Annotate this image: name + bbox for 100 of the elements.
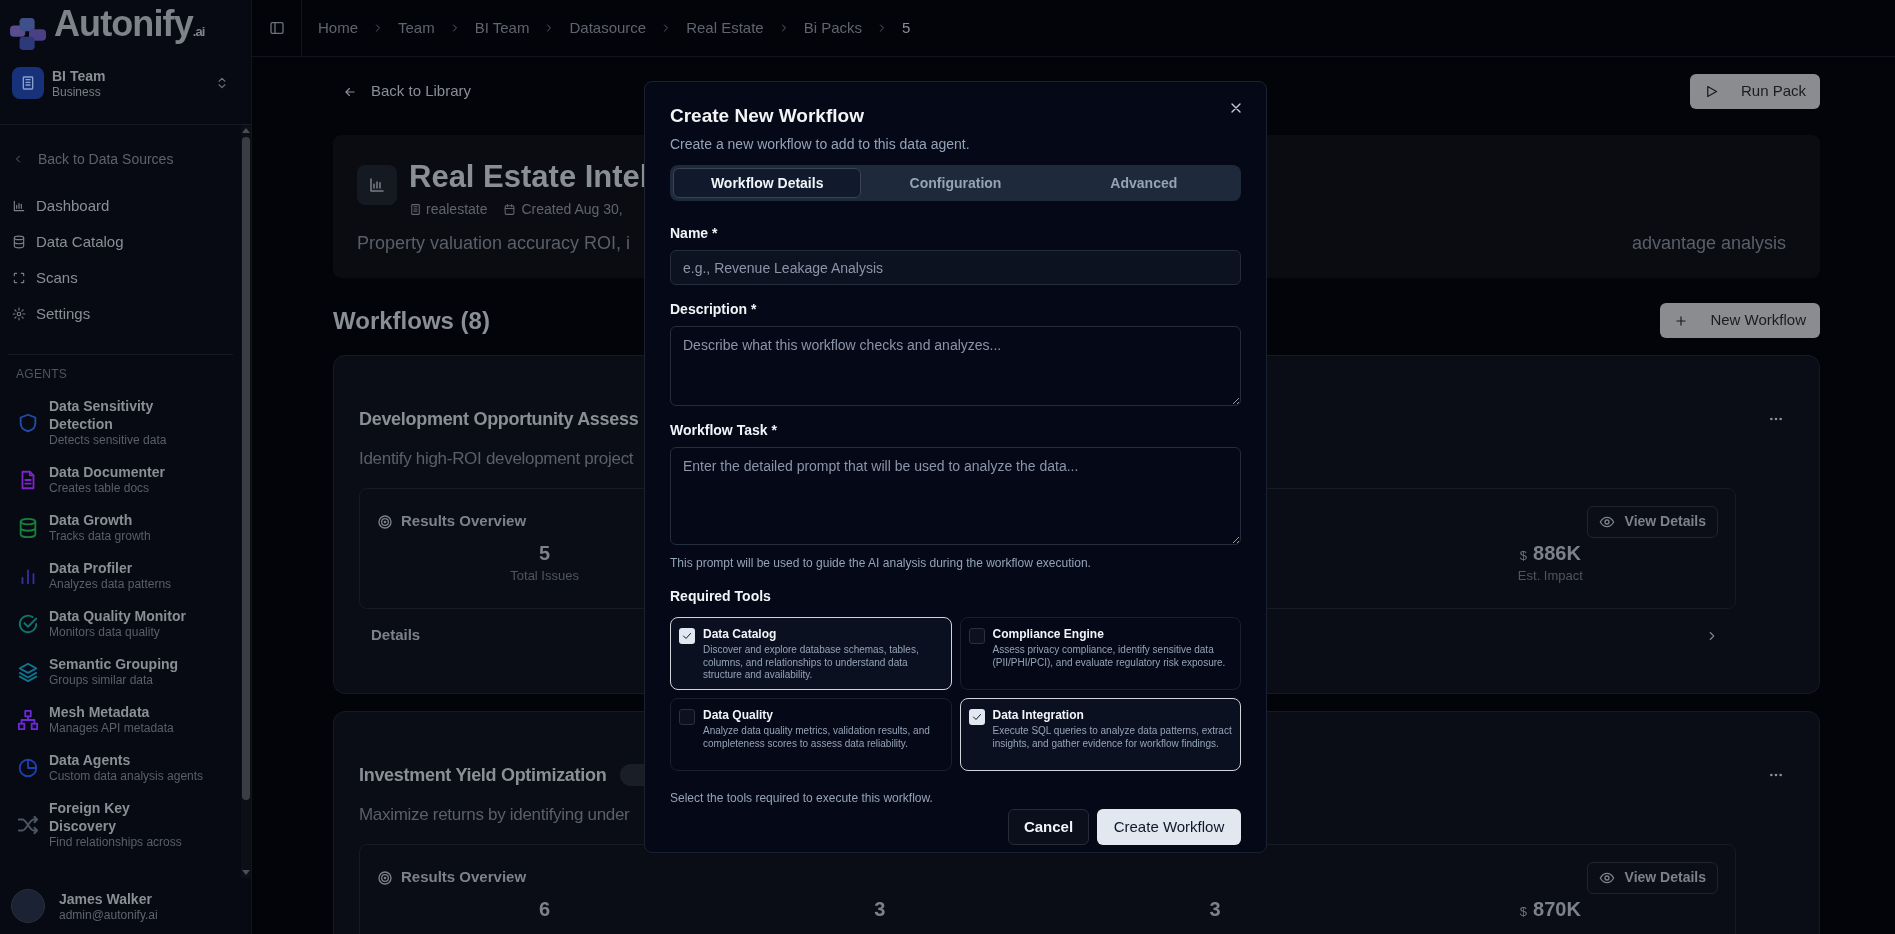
tool-option[interactable]: Data Quality Analyze data quality metrics, validation results, and completeness scores to assess data reliability. [670, 698, 952, 771]
tool-description: Execute SQL queries to analyze data patterns, extract insights, and gather evidence for workflow findings. [992, 725, 1232, 750]
workflow-description: Identify high-ROI development project [359, 448, 634, 470]
currency-symbol: $ [1519, 902, 1528, 921]
pack-created-date: Created Aug 30, [503, 199, 623, 220]
nav-item[interactable]: Scans [12, 268, 78, 288]
target-icon [377, 513, 393, 530]
tool-name: Data Catalog [703, 627, 778, 642]
tool-option[interactable]: Data Catalog Discover and explore database schemas, tables, columns, and relationships to understand data structure and availability. [670, 617, 952, 690]
nav-item[interactable]: Data Catalog [12, 232, 124, 252]
breadcrumb-link[interactable]: Datasource [569, 16, 647, 40]
agent-description: Tracks data growth [49, 529, 151, 544]
agent-name: Data Growth [49, 511, 134, 529]
pack-description: advantage analysis [1631, 232, 1786, 255]
nav-item[interactable]: Settings [12, 304, 91, 324]
tool-option[interactable]: Data Integration Execute SQL queries to analyze data patterns, extract insights, and gather evidence for workflow findings. [959, 698, 1241, 771]
view-details-button[interactable]: View Details [1586, 861, 1718, 894]
breadcrumb-link[interactable]: Home [318, 16, 358, 40]
back-link[interactable]: Back to Library [343, 80, 472, 103]
stat-value: 3 [874, 896, 886, 922]
building-icon [409, 203, 422, 216]
nav-item[interactable]: Dashboard [12, 196, 110, 216]
agent-item[interactable]: Data Agents Custom data analysis agents [17, 751, 241, 784]
tab[interactable]: Configuration [861, 168, 1050, 198]
agent-name: Data Documenter [49, 463, 165, 481]
tab[interactable]: Advanced [1049, 168, 1238, 198]
user-profile[interactable]: James Walker admin@autonify.ai [0, 878, 251, 934]
workflow-title: Investment Yield Optimization [359, 763, 607, 787]
create-workflow-button[interactable]: Create Workflow [1097, 809, 1241, 845]
tool-description: Discover and explore database schemas, tables, columns, and relationships to understand data structure and availability. [703, 644, 920, 682]
stat-value: 3 [1209, 896, 1221, 922]
checkbox[interactable] [679, 709, 695, 725]
agent-name: Mesh Metadata [49, 703, 151, 721]
description-field[interactable]: Describe what this workflow checks and analyzes... [670, 326, 1241, 406]
field-label: Name * [670, 224, 719, 243]
check-icon [970, 711, 983, 723]
field-hint: Select the tools required to execute this workflow. [670, 790, 934, 807]
stat-label: Total Issues [510, 566, 579, 585]
agent-description: Analyzes data patterns [49, 577, 172, 592]
tool-description: Analyze data quality metrics, validation results, and completeness scores to assess data reliability. [703, 725, 931, 750]
checkbox[interactable] [968, 628, 985, 644]
check-icon [681, 630, 693, 642]
agent-item[interactable]: Mesh Metadata Manages API metadata [17, 703, 241, 736]
breadcrumb-link[interactable]: Real Estate [686, 16, 764, 40]
agent-name: Data Quality Monitor [49, 607, 186, 625]
breadcrumb-link[interactable]: BI Team [474, 16, 530, 40]
agent-description: Find relationships across [49, 835, 183, 850]
target-icon [377, 869, 393, 886]
bar-chart-icon [12, 199, 26, 213]
tool-option[interactable]: Compliance Engine Assess privacy compliance, identify sensitive data (PII/PHI/PCI), and evaluate regulatory risk exposure. [959, 617, 1241, 690]
agent-item[interactable]: Data Quality Monitor Monitors data quality [17, 607, 241, 640]
agent-description: Detects sensitive data [49, 433, 168, 448]
agent-item[interactable]: Foreign Key Discovery Find relationships across [17, 799, 241, 850]
cancel-button[interactable]: Cancel [1008, 809, 1089, 845]
agent-item[interactable]: Data Documenter Creates table docs [17, 463, 241, 496]
agent-name: Data Agents [49, 751, 132, 769]
results-title: Results Overview [377, 866, 527, 889]
agent-item[interactable]: Data Profiler Analyzes data patterns [17, 559, 241, 592]
stat-value: 886K [1533, 540, 1581, 566]
scan-icon [12, 271, 26, 285]
bar-chart-icon [368, 176, 386, 194]
team-switcher[interactable]: BI Team Business [0, 60, 251, 106]
name-field[interactable]: e.g., Revenue Leakage Analysis [670, 250, 1241, 285]
view-details-button[interactable]: View Details [1586, 505, 1718, 538]
tool-name: Data Integration [992, 708, 1085, 723]
team-plan: Business [52, 84, 102, 99]
stat-value: 870K [1533, 896, 1581, 922]
run-button[interactable]: Run Pack [1689, 74, 1820, 109]
checkbox[interactable] [679, 628, 695, 644]
user-email: admin@autonify.ai [59, 907, 158, 923]
breadcrumb-link[interactable]: Team [398, 16, 435, 40]
logo-text: Autonify.ai [54, 4, 205, 46]
section-title: Workflows (8) [333, 305, 490, 336]
stat-label: Est. Impact [1517, 566, 1583, 585]
new-workflow-button[interactable]: New Workflow [1660, 303, 1820, 338]
field-hint: This prompt will be used to guide the AI analysis during the workflow execution. [670, 555, 1092, 572]
workflow-description: Maximize returns by identifying under [359, 804, 630, 826]
agent-item[interactable]: Data Sensitivity Detection Detects sensitive data [17, 397, 241, 448]
checkbox[interactable] [968, 709, 985, 725]
agent-description: Creates table docs [49, 481, 151, 496]
team-name: BI Team [52, 67, 107, 85]
breadcrumb-link[interactable]: Bi Packs [803, 16, 863, 40]
task-field[interactable]: Enter the detailed prompt that will be used to analyze the data... [670, 447, 1241, 545]
currency-symbol: $ [1519, 546, 1528, 565]
field-label: Workflow Task * [670, 421, 778, 440]
agent-item[interactable]: Data Growth Tracks data growth [17, 511, 241, 544]
sidebar-toggle-icon[interactable] [268, 20, 285, 36]
breadcrumb-link[interactable]: 5 [902, 16, 911, 40]
stat-value: 5 [539, 540, 551, 566]
back-link[interactable]: Back to Data Sources [12, 149, 174, 169]
tab[interactable]: Workflow Details [673, 168, 862, 198]
user-name: James Walker [59, 889, 153, 908]
agent-item[interactable]: Semantic Grouping Groups similar data [17, 655, 241, 688]
tool-description: Assess privacy compliance, identify sensitive data (PII/PHI/PCI), and evaluate regulatory risk exposure. [992, 644, 1227, 669]
tool-name: Data Quality [703, 708, 775, 723]
avatar [11, 889, 45, 923]
agent-description: Custom data analysis agents [49, 769, 204, 784]
agent-name: Data Sensitivity Detection [49, 397, 155, 433]
stat-value: 6 [539, 896, 551, 922]
details-label: Details [371, 625, 421, 646]
